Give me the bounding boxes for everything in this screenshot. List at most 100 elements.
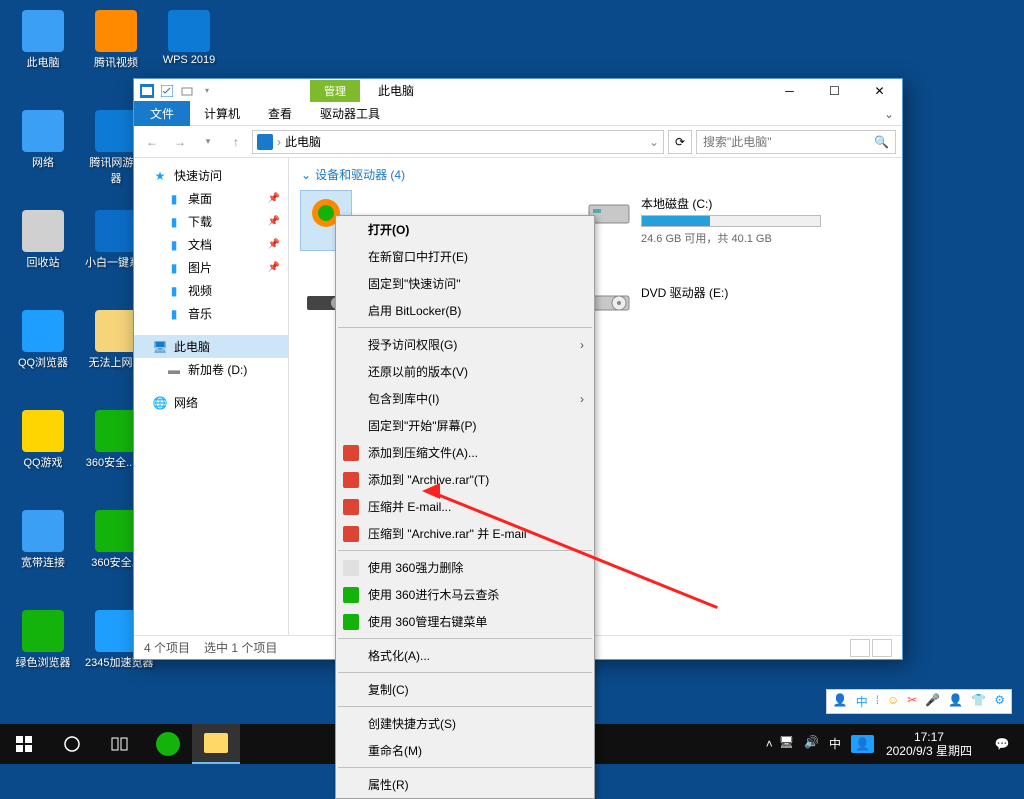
- nav-history-icon[interactable]: ▾: [196, 130, 220, 154]
- menu-label: 使用 360进行木马云查杀: [368, 586, 499, 603]
- menu-item-23[interactable]: 重命名(M): [336, 737, 594, 764]
- menu-item-16[interactable]: 使用 360管理右键菜单: [336, 608, 594, 635]
- desktop-icon-green-browser[interactable]: 绿色浏览器: [12, 610, 74, 670]
- sidebar-quick-access[interactable]: ★快速访问: [134, 164, 288, 187]
- close-button[interactable]: ✕: [857, 79, 902, 102]
- refresh-button[interactable]: ⟳: [668, 130, 692, 154]
- menu-item-14[interactable]: 使用 360强力删除: [336, 554, 594, 581]
- folder-icon: ▮: [166, 214, 182, 230]
- icon-label: QQ浏览器: [12, 354, 74, 370]
- sidebar-item-0[interactable]: ▮桌面📌: [134, 187, 288, 210]
- ime-icon[interactable]: 👤: [833, 693, 848, 710]
- ribbon-tab-drive-tools[interactable]: 驱动器工具: [306, 101, 394, 126]
- taskbar-app-browser[interactable]: [144, 724, 192, 764]
- desktop-icon-network[interactable]: 网络: [12, 110, 74, 170]
- ribbon-file-tab[interactable]: 文件: [134, 101, 190, 126]
- start-button[interactable]: [0, 724, 48, 764]
- maximize-button[interactable]: ☐: [812, 79, 857, 102]
- desktop-icon-recycle-bin[interactable]: 回收站: [12, 210, 74, 270]
- tray-user-icon[interactable]: 👤: [851, 735, 874, 753]
- desktop-icon-broadband[interactable]: 宽带连接: [12, 510, 74, 570]
- nav-up-icon[interactable]: ↑: [224, 130, 248, 154]
- menu-item-12[interactable]: 压缩到 "Archive.rar" 并 E-mail: [336, 520, 594, 547]
- ribbon-tab-view[interactable]: 查看: [254, 101, 306, 126]
- address-input[interactable]: [285, 135, 645, 149]
- menu-item-25[interactable]: 属性(R): [336, 771, 594, 798]
- qat-save-icon[interactable]: [158, 82, 176, 100]
- ime-toolbar[interactable]: 👤 中 ⁞ ☺ ✂ 🎤 👤 👕 ⚙: [826, 689, 1012, 714]
- ime-lang[interactable]: 中: [856, 693, 868, 710]
- sidebar-volume-d[interactable]: ▬新加卷 (D:): [134, 358, 288, 381]
- view-icons-button[interactable]: [872, 639, 892, 657]
- pin-icon: 📌: [268, 193, 280, 204]
- ime-settings-icon[interactable]: ⚙: [994, 693, 1005, 710]
- menu-item-5[interactable]: 授予访问权限(G)›: [336, 331, 594, 358]
- menu-item-7[interactable]: 包含到库中(I)›: [336, 385, 594, 412]
- tray-expand-icon[interactable]: ˄: [766, 737, 773, 751]
- desktop-icon-wps[interactable]: WPS 2019: [158, 10, 220, 66]
- ime-skin-icon[interactable]: 👕: [971, 693, 986, 710]
- sidebar-item-4[interactable]: ▮视频: [134, 279, 288, 302]
- star-icon: ★: [152, 168, 168, 184]
- taskbar-app-explorer[interactable]: [192, 724, 240, 764]
- menu-item-18[interactable]: 格式化(A)...: [336, 642, 594, 669]
- ime-mic-icon[interactable]: 🎤: [925, 693, 940, 710]
- menu-item-0[interactable]: 打开(O): [336, 216, 594, 243]
- menu-label: 还原以前的版本(V): [368, 363, 468, 380]
- search-input[interactable]: [703, 135, 874, 149]
- menu-item-15[interactable]: 使用 360进行木马云查杀: [336, 581, 594, 608]
- rar-icon: [342, 444, 360, 462]
- menu-item-20[interactable]: 复制(C): [336, 676, 594, 703]
- menu-item-10[interactable]: 添加到 "Archive.rar"(T): [336, 466, 594, 493]
- tray-display-icon[interactable]: 🖥: [779, 735, 794, 753]
- menu-item-1[interactable]: 在新窗口中打开(E): [336, 243, 594, 270]
- sidebar-item-3[interactable]: ▮图片📌: [134, 256, 288, 279]
- pc-icon: 🖥: [152, 339, 168, 355]
- drive-e[interactable]: DVD 驱动器 (E:): [581, 280, 851, 324]
- notifications-button[interactable]: 💬: [984, 724, 1020, 764]
- window-title: 此电脑: [378, 82, 414, 99]
- drive-c[interactable]: 本地磁盘 (C:) 24.6 GB 可用，共 40.1 GB: [581, 191, 851, 250]
- desktop-icon-qq-games[interactable]: QQ游戏: [12, 410, 74, 470]
- view-details-button[interactable]: [850, 639, 870, 657]
- manage-tab[interactable]: 管理: [310, 80, 360, 102]
- cortana-button[interactable]: [48, 724, 96, 764]
- search-box[interactable]: 🔍: [696, 130, 896, 154]
- menu-label: 创建快捷方式(S): [368, 715, 456, 732]
- qat-btn[interactable]: [178, 82, 196, 100]
- 360-icon: [342, 613, 360, 631]
- tray-clock[interactable]: 17:17 2020/9/3 星期四: [880, 730, 978, 759]
- ribbon-tab-computer[interactable]: 计算机: [190, 101, 254, 126]
- ime-emoji-icon[interactable]: ☺: [887, 693, 899, 710]
- tray-ime-text[interactable]: 中: [829, 735, 841, 753]
- minimize-button[interactable]: ─: [767, 79, 812, 102]
- menu-item-8[interactable]: 固定到"开始"屏幕(P): [336, 412, 594, 439]
- menu-item-3[interactable]: 启用 BitLocker(B): [336, 297, 594, 324]
- menu-label: 固定到"快速访问": [368, 275, 461, 292]
- menu-item-22[interactable]: 创建快捷方式(S): [336, 710, 594, 737]
- sidebar-network[interactable]: 🌐网络: [134, 391, 288, 414]
- ribbon-expand-icon[interactable]: ⌄: [884, 107, 894, 121]
- tray-volume-icon[interactable]: 🔊: [804, 735, 819, 753]
- sidebar-item-5[interactable]: ▮音乐: [134, 302, 288, 325]
- drive-name: DVD 驱动器 (E:): [641, 284, 847, 301]
- address-bar[interactable]: › ⌄: [252, 130, 664, 154]
- menu-item-2[interactable]: 固定到"快速访问": [336, 270, 594, 297]
- qat-dropdown-icon[interactable]: ▾: [198, 82, 216, 100]
- sidebar-this-pc[interactable]: 🖥此电脑: [134, 335, 288, 358]
- desktop-icon-this-pc[interactable]: 此电脑: [12, 10, 74, 70]
- menu-item-11[interactable]: 压缩并 E-mail...: [336, 493, 594, 520]
- ime-user-icon[interactable]: 👤: [948, 693, 963, 710]
- desktop-icon-tencent-video[interactable]: 腾讯视频: [85, 10, 147, 70]
- section-header[interactable]: ⌄ 设备和驱动器 (4): [301, 166, 890, 183]
- menu-item-9[interactable]: 添加到压缩文件(A)...: [336, 439, 594, 466]
- desktop-icon-qq-browser[interactable]: QQ浏览器: [12, 310, 74, 370]
- taskview-button[interactable]: [96, 724, 144, 764]
- menu-item-6[interactable]: 还原以前的版本(V): [336, 358, 594, 385]
- ime-scissors-icon[interactable]: ✂: [907, 693, 917, 710]
- ime-punct-icon[interactable]: ⁞: [876, 693, 879, 710]
- sidebar-item-2[interactable]: ▮文档📌: [134, 233, 288, 256]
- sidebar-item-1[interactable]: ▮下载📌: [134, 210, 288, 233]
- nav-back-icon[interactable]: ←: [140, 130, 164, 154]
- nav-forward-icon[interactable]: →: [168, 130, 192, 154]
